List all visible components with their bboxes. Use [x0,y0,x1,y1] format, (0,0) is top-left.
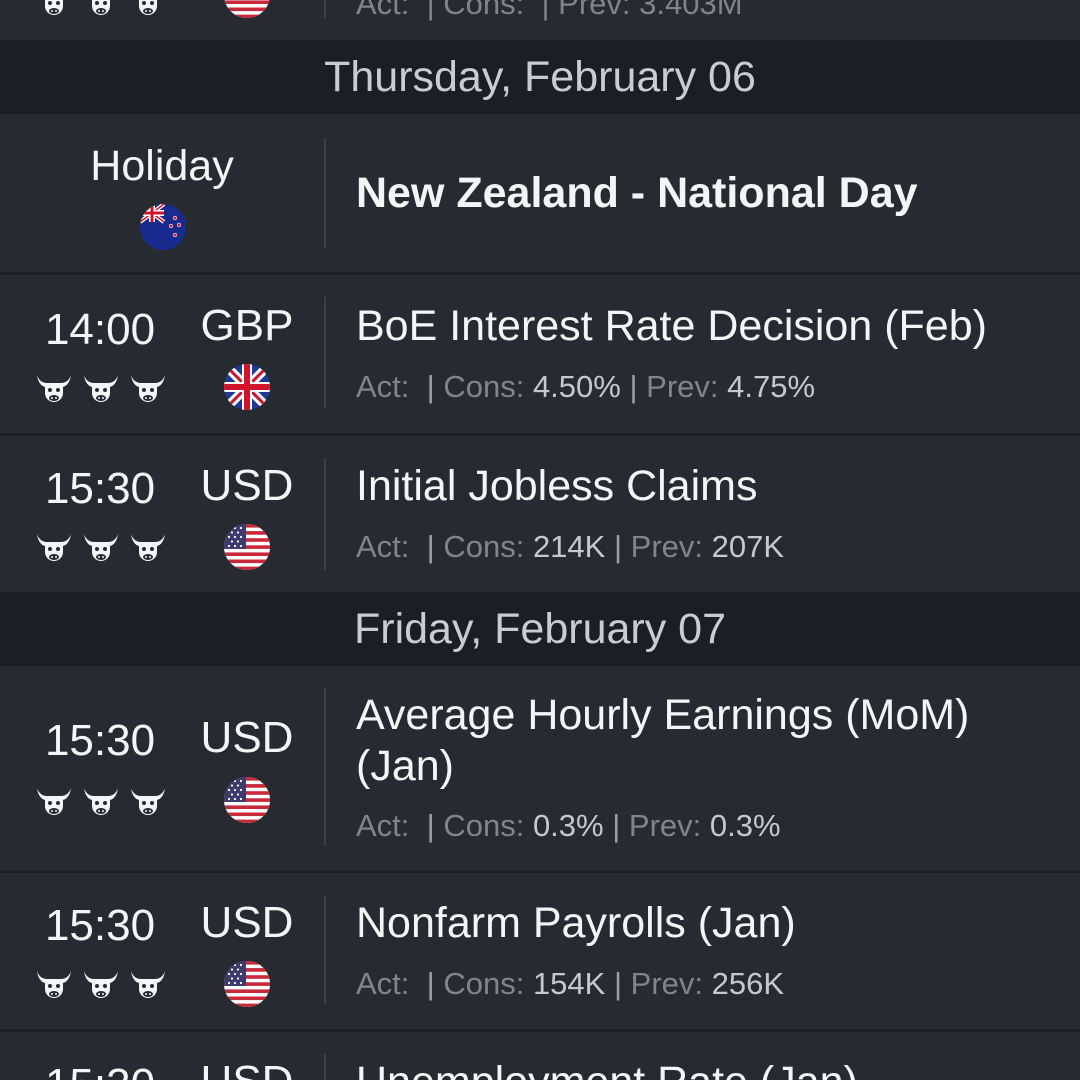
bull-icon [83,530,119,564]
event-title: New Zealand - National Day [356,169,918,217]
act-label: Act: [356,808,410,843]
event-details: Act: | Cons: | Prev: 3.403M [356,0,743,21]
event-title: Average Hourly Earnings (MoM) (Jan) [356,690,1056,792]
event-title-line: Average Hourly Earnings (MoM) [356,691,970,739]
event-row-partial-top[interactable]: Act: | Cons: | Prev: 3.403M [0,0,1080,40]
event-row[interactable]: 15:30 USD Initial Jobless Claims Act: | … [0,436,1080,592]
cons-value: 0.3% [532,808,604,843]
bull-icon [36,530,72,564]
bull-icon [36,967,72,1001]
cons-label: Cons: [443,966,525,1001]
us-flag-icon [224,777,270,823]
column-divider [324,297,326,409]
bull-icon [83,371,119,405]
prev-value: 0.3% [709,808,781,843]
column-divider [324,458,326,570]
event-currency: USD [200,461,294,510]
prev-label: Prev: [630,966,704,1001]
act-label: Act: [356,369,410,404]
economic-calendar-screen: Act: | Cons: | Prev: 3.403M Thursday, Fe… [0,0,1080,1080]
bull-icon [130,0,166,18]
event-title: BoE Interest Rate Decision (Feb) [356,302,987,350]
event-row-holiday[interactable]: Holiday New Zealand - National Day [0,114,1080,272]
event-title: Initial Jobless Claims [356,462,758,510]
importance-indicator [36,784,166,818]
bull-icon [36,0,72,18]
column-divider [324,895,326,1005]
event-currency: USD [200,713,294,762]
date-label: Friday, February 07 [353,604,726,653]
act-label: Act: [356,529,410,564]
cons-label: Cons: [443,808,525,843]
column-divider [324,688,326,846]
event-title-line: (Jan) [356,742,454,790]
prev-label: Prev: [646,369,719,404]
prev-label: Prev: [628,808,702,843]
nz-flag-icon [140,204,186,250]
bull-icon [130,784,166,818]
prev-value: 207K [711,529,785,564]
act-label: Act: [356,966,410,1001]
cons-value: 154K [532,966,606,1001]
us-flag-icon [224,524,270,570]
event-details: Act: | Cons: 0.3% | Prev: 0.3% [356,808,781,843]
event-currency: GBP [200,301,294,350]
event-row[interactable]: 14:00 GBP BoE Interest Rate Decision (Fe… [0,275,1080,433]
event-time: 14:00 [44,305,156,354]
cons-value: 4.50% [532,369,621,404]
event-details: Act: | Cons: 214K | Prev: 207K [356,529,785,564]
date-label: Thursday, February 06 [324,52,756,101]
us-flag-icon [224,961,270,1007]
cons-label: Cons: [443,369,525,404]
cons-label: Cons: [443,529,525,564]
column-divider [324,138,326,248]
bull-icon [36,784,72,818]
prev-value: 256K [711,966,785,1001]
column-divider [324,1054,326,1080]
us-flag-icon [224,0,270,18]
bull-icon [36,371,72,405]
bull-icon [83,784,119,818]
bull-icon [83,967,119,1001]
event-details: Act: | Cons: 4.50% | Prev: 4.75% [356,369,816,404]
event-time: 15:30 [44,901,156,950]
date-header: Friday, February 07 [0,592,1080,666]
bull-icon [130,371,166,405]
date-header: Thursday, February 06 [0,40,1080,114]
event-row-partial-bottom[interactable]: 15:30 USD Unemployment Rate (Jan) [0,1032,1080,1080]
event-currency: USD [186,1057,308,1080]
event-row[interactable]: 15:30 USD Average Hourly Earnings (MoM) … [0,666,1080,870]
bull-icon [130,967,166,1001]
holiday-label: Holiday [90,142,234,190]
event-row[interactable]: 15:30 USD Nonfarm Payrolls (Jan) Act: | … [0,873,1080,1029]
bull-icon [83,0,119,18]
cons-value: 214K [532,529,606,564]
event-currency: USD [200,898,294,947]
prev-value: 4.75% [727,369,816,404]
event-title: Nonfarm Payrolls (Jan) [356,899,796,947]
importance-indicator [36,530,166,564]
event-time: 15:30 [44,716,156,765]
bull-icon [130,530,166,564]
event-details: Act: | Cons: 154K | Prev: 256K [356,966,785,1001]
prev-label: Prev: [630,529,704,564]
event-title: Unemployment Rate (Jan) [356,1057,1056,1080]
event-time: 15:30 [44,464,156,513]
importance-indicator [36,967,166,1001]
event-time: 15:30 [30,1060,170,1080]
column-divider [324,0,326,18]
importance-indicator [36,0,166,18]
importance-indicator [36,371,166,405]
uk-flag-icon [224,364,270,410]
